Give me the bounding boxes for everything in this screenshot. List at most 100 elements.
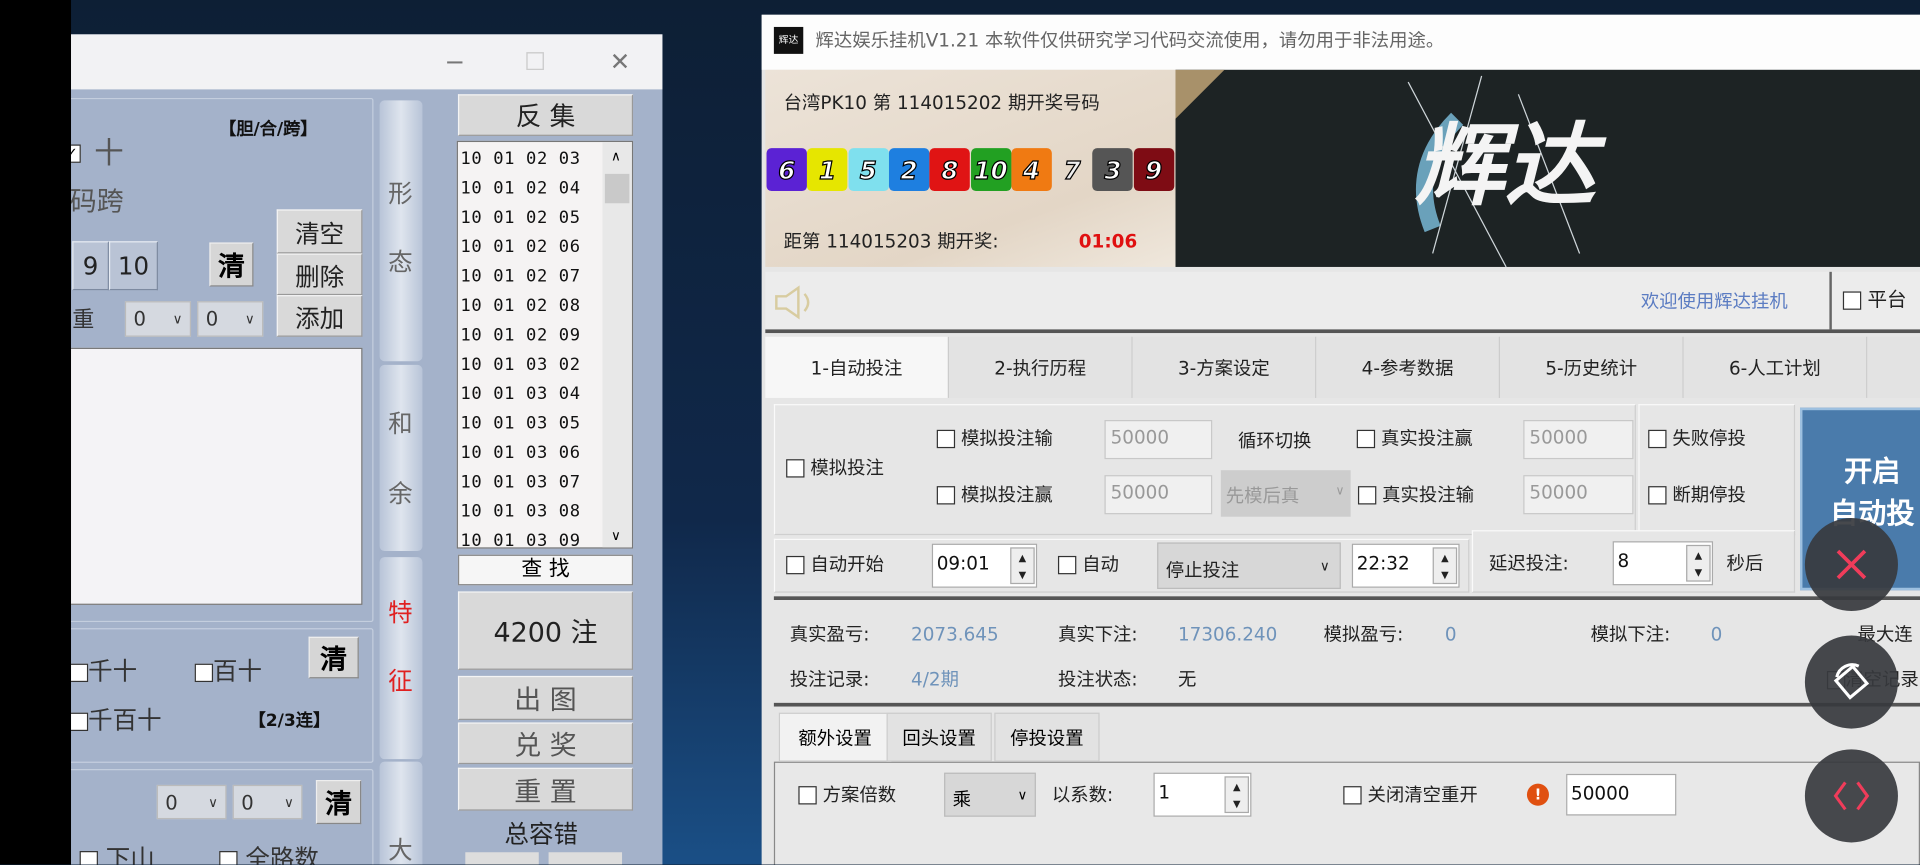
- combination-list[interactable]: ∧ ∨ 10 01 02 03 10 01 02 04 10 01 02 05 10 …: [456, 140, 634, 550]
- spinner-arrows-icon[interactable]: ▲ ▼: [1010, 547, 1035, 585]
- overlay-close-button[interactable]: [1804, 517, 1898, 612]
- scroll-down-icon[interactable]: ∨: [611, 529, 621, 542]
- chart-button[interactable]: 出 图: [457, 675, 634, 721]
- tab-3[interactable]: 3-方案设定: [1132, 336, 1317, 398]
- tab-6[interactable]: 6-人工计划: [1683, 336, 1868, 398]
- real-lose-option[interactable]: 真实投注输: [1357, 486, 1474, 505]
- platform-option[interactable]: 平台: [1842, 290, 1907, 310]
- list-item[interactable]: 10 01 03 02: [460, 356, 580, 373]
- delay-spinner[interactable]: 8 ▲ ▼: [1612, 541, 1714, 586]
- checkbox[interactable]: [1842, 291, 1862, 310]
- list-item[interactable]: 10 01 02 08: [460, 298, 580, 315]
- auto-start-option[interactable]: 自动开始: [786, 555, 884, 575]
- sim-bet-option[interactable]: 模拟投注: [786, 459, 884, 478]
- checkbox[interactable]: [71, 712, 89, 732]
- checkbox[interactable]: [1057, 555, 1077, 575]
- checkbox[interactable]: [71, 663, 89, 683]
- ten-checkbox[interactable]: ✓: [71, 144, 81, 163]
- real-lose-input[interactable]: 50000: [1523, 475, 1634, 515]
- number-button-10[interactable]: 10: [108, 241, 158, 291]
- maximize-button[interactable]: ☐: [524, 49, 546, 73]
- list-item[interactable]: 10 01 03 07: [460, 474, 580, 491]
- option-xiashan[interactable]: 下山: [79, 846, 155, 865]
- checkbox[interactable]: [1648, 486, 1667, 505]
- list-item[interactable]: 10 01 03 05: [460, 415, 580, 432]
- auto-action-select[interactable]: 停止投注 ∨: [1157, 542, 1341, 589]
- auto-start-time-spinner[interactable]: 09:01 ▲ ▼: [931, 543, 1038, 588]
- list-item[interactable]: 10 01 03 08: [460, 503, 580, 520]
- clear-all-button[interactable]: 清空: [276, 209, 363, 254]
- close-reset-option[interactable]: 关闭清空重开: [1343, 786, 1478, 805]
- tolerance-select-1[interactable]: [465, 852, 539, 865]
- subtab-1[interactable]: 额外设置: [778, 712, 892, 762]
- list-item[interactable]: 10 01 03 09: [460, 533, 580, 550]
- checkbox[interactable]: [786, 555, 805, 575]
- tab-7[interactable]: 7: [1867, 336, 1920, 398]
- checkbox[interactable]: [1357, 486, 1377, 505]
- spinner-arrows-icon[interactable]: ▲ ▼: [1686, 544, 1711, 582]
- sim-lose-option[interactable]: 模拟投注输: [936, 429, 1053, 449]
- coef-spinner[interactable]: 1 ▲ ▼: [1153, 772, 1252, 817]
- number-button-9[interactable]: 9: [72, 241, 109, 291]
- tab-1[interactable]: 1-自动投注: [765, 336, 949, 398]
- vtab-tezheng[interactable]: 特 征: [379, 557, 423, 760]
- close-button[interactable]: ✕: [610, 49, 631, 73]
- option-quanlushu[interactable]: 全路数: [219, 846, 319, 865]
- close-reset-input[interactable]: 50000: [1566, 773, 1677, 816]
- checkbox[interactable]: [936, 486, 956, 505]
- group3-select-1[interactable]: 0 ∨: [156, 784, 227, 820]
- auto-option[interactable]: 自动: [1057, 555, 1119, 575]
- fanji-button[interactable]: 反 集: [457, 94, 634, 136]
- checkbox[interactable]: [1648, 429, 1667, 449]
- option-qian-bai-shi[interactable]: 千百十: [71, 708, 162, 732]
- list-item[interactable]: 10 01 02 03: [460, 151, 580, 168]
- list-item[interactable]: 10 01 02 07: [460, 268, 580, 285]
- multiplier-op-select[interactable]: 乘 ∨: [944, 772, 1036, 817]
- group3-select-2[interactable]: 0 ∨: [232, 784, 303, 820]
- list-item[interactable]: 10 01 02 05: [460, 209, 580, 226]
- list-item[interactable]: 10 01 02 04: [460, 180, 580, 197]
- checkbox[interactable]: [786, 459, 805, 478]
- reset-button[interactable]: 重 置: [457, 767, 634, 811]
- minimize-button[interactable]: −: [444, 49, 465, 73]
- vtab-heyu[interactable]: 和 余: [379, 364, 423, 552]
- redeem-button[interactable]: 兑 奖: [457, 722, 634, 765]
- tab-2[interactable]: 2-执行历程: [948, 336, 1133, 398]
- tab-4[interactable]: 4-参考数据: [1316, 336, 1501, 398]
- list-item[interactable]: 10 01 03 06: [460, 444, 580, 461]
- repeat-select-1[interactable]: 0 ∨: [124, 301, 192, 337]
- checkbox[interactable]: [79, 851, 98, 865]
- auto-time-spinner[interactable]: 22:32 ▲ ▼: [1351, 543, 1460, 588]
- vtab-xingtai[interactable]: 形 态: [379, 100, 423, 362]
- checkbox[interactable]: [219, 851, 238, 865]
- find-button[interactable]: 查 找: [457, 554, 634, 586]
- welcome-link[interactable]: 欢迎使用辉达挂机: [1641, 292, 1788, 311]
- sim-win-input[interactable]: 50000: [1104, 475, 1213, 515]
- numbers-textarea[interactable]: [71, 347, 363, 605]
- option-qian-shi[interactable]: 千十: [71, 659, 137, 683]
- tab-5[interactable]: 5-历史统计: [1500, 336, 1684, 398]
- clear-group3-button[interactable]: 清: [315, 780, 362, 825]
- break-stop-option[interactable]: 断期停投: [1648, 486, 1746, 505]
- add-button[interactable]: 添加: [276, 295, 363, 337]
- checkbox[interactable]: [798, 786, 817, 805]
- multiplier-option[interactable]: 方案倍数: [798, 786, 896, 805]
- overlay-code-button[interactable]: [1804, 749, 1898, 843]
- list-scrollbar[interactable]: ∧ ∨: [602, 142, 632, 548]
- real-win-option[interactable]: 真实投注赢: [1356, 429, 1473, 449]
- real-win-input[interactable]: 50000: [1523, 420, 1634, 460]
- checkbox[interactable]: [194, 663, 214, 683]
- clear-lian-button[interactable]: 清: [308, 636, 359, 679]
- sim-win-option[interactable]: 模拟投注赢: [936, 486, 1053, 505]
- fail-stop-option[interactable]: 失败停投: [1648, 429, 1746, 449]
- cycle-select[interactable]: 先模后真 ∨: [1220, 470, 1351, 517]
- checkbox[interactable]: [936, 429, 956, 449]
- checkbox[interactable]: [1343, 786, 1362, 805]
- spinner-arrows-icon[interactable]: ▲ ▼: [1432, 547, 1458, 585]
- list-item[interactable]: 10 01 03 04: [460, 386, 580, 403]
- speaker-icon[interactable]: [773, 284, 817, 321]
- sim-lose-input[interactable]: 50000: [1104, 420, 1213, 460]
- spinner-arrows-icon[interactable]: ▲ ▼: [1224, 776, 1249, 814]
- clear-numbers-button[interactable]: 清: [209, 242, 254, 287]
- tolerance-select-2[interactable]: [548, 852, 623, 865]
